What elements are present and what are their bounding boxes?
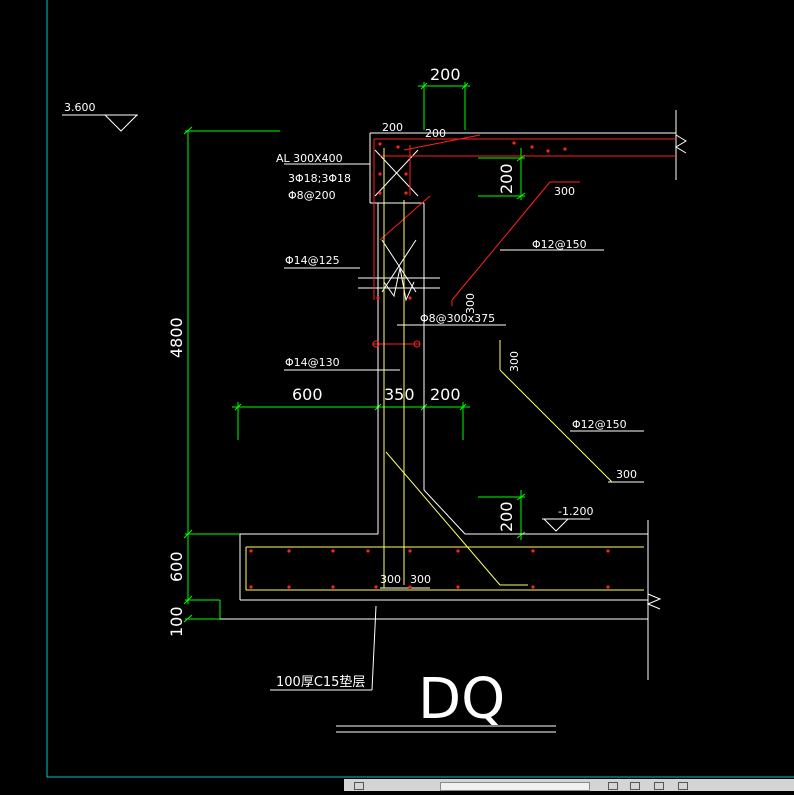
- status-bar: [344, 779, 794, 791]
- dim-100-height: 100: [167, 606, 186, 637]
- dim-beam-200-left: 200: [382, 121, 403, 134]
- labels: 3.600 -1.200 200 200 200 200 300 300 300…: [64, 65, 637, 732]
- wall-bars: [245, 148, 644, 591]
- rebar-vert-top: Φ14@125: [285, 254, 340, 267]
- dim-300-upper-v: 300: [464, 293, 477, 314]
- rebar-vert-bottom: Φ14@130: [285, 356, 340, 369]
- rebar-haunch-upper: Φ12@150: [532, 238, 587, 251]
- dim-300-lower-v: 300: [508, 351, 521, 372]
- viewport-frame: [46, 0, 794, 778]
- dim-300-lower: 300: [616, 468, 637, 481]
- beam-name: AL 300X400: [276, 152, 343, 165]
- dim-350: 350: [384, 385, 415, 404]
- dim-600-height: 600: [167, 551, 186, 582]
- dim-600-left: 600: [292, 385, 323, 404]
- rebar-haunch-lower: Φ12@150: [572, 418, 627, 431]
- grid-icon[interactable]: [608, 782, 618, 790]
- dim-200-bottom: 200: [497, 501, 516, 532]
- dim-beam-200-right: 200: [425, 127, 446, 140]
- dim-4800: 4800: [167, 317, 186, 358]
- dim-haunch-200: 200: [497, 163, 516, 194]
- beam-stirrups: Φ8@200: [288, 189, 336, 202]
- beam-bars: 3Φ18;3Φ18: [288, 172, 351, 185]
- polar-icon[interactable]: [654, 782, 664, 790]
- snap-icon[interactable]: [354, 782, 364, 790]
- drawing-svg: 3.600 -1.200 200 200 200 200 300 300 300…: [46, 0, 794, 778]
- dim-300-upper: 300: [554, 185, 575, 198]
- level-top-text: 3.600: [64, 101, 96, 114]
- dim-top-200: 200: [430, 65, 461, 84]
- dim-300-base-b: 300: [410, 573, 431, 586]
- dim-200-mid: 200: [430, 385, 461, 404]
- rebar-tie: Φ8@300x375: [420, 312, 495, 325]
- cad-drawing-area[interactable]: 3.600 -1.200 200 200 200 200 300 300 300…: [0, 0, 794, 791]
- dimension-lines: [183, 82, 526, 623]
- osnap-icon[interactable]: [678, 782, 688, 790]
- dim-300-base-a: 300: [380, 573, 401, 586]
- level-bottom-text: -1.200: [558, 505, 593, 518]
- cushion-note: 100厚C15垫层: [276, 674, 365, 690]
- command-field[interactable]: [440, 782, 590, 791]
- ortho-icon[interactable]: [630, 782, 640, 790]
- drawing-title: DQ: [418, 667, 505, 732]
- rebar-lines: [372, 134, 676, 348]
